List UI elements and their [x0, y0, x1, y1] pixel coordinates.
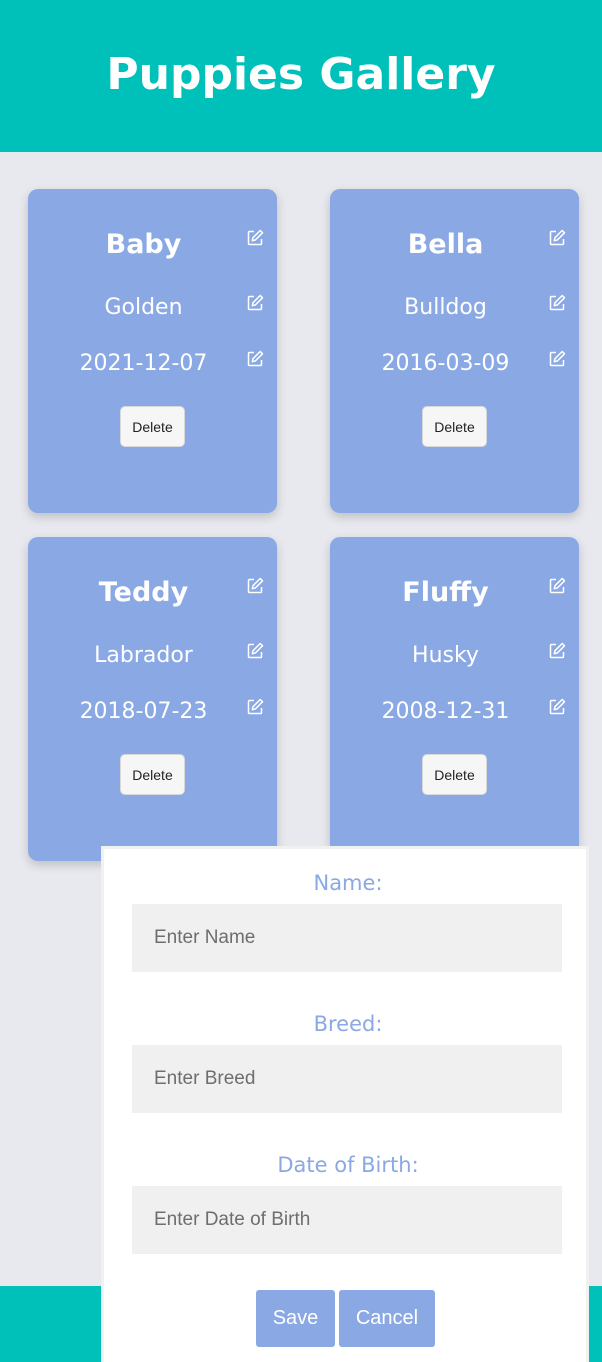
save-button[interactable]: Save [256, 1290, 335, 1347]
edit-breed-icon[interactable] [549, 294, 566, 311]
dob-label: Date of Birth: [277, 1153, 419, 1177]
delete-button[interactable]: Delete [120, 406, 185, 447]
add-puppy-form: Name: Breed: Date of Birth: Save Cancel [101, 846, 589, 1362]
puppy-name: Teddy [98, 577, 189, 608]
puppy-name: Bella [407, 229, 484, 260]
edit-name-icon[interactable] [549, 577, 566, 594]
edit-name-icon[interactable] [247, 229, 264, 246]
puppy-dob: 2016-03-09 [381, 351, 510, 376]
breed-label: Breed: [313, 1012, 383, 1036]
name-input[interactable] [132, 904, 562, 972]
breed-input[interactable] [132, 1045, 562, 1113]
puppy-card: Fluffy Husky 2008-12-31 Delete [330, 537, 579, 861]
puppy-dob: 2018-07-23 [79, 699, 208, 724]
delete-button[interactable]: Delete [120, 754, 185, 795]
puppy-dob: 2008-12-31 [381, 699, 510, 724]
puppy-breed: Bulldog [404, 295, 487, 320]
edit-dob-icon[interactable] [247, 350, 264, 367]
puppy-card: Teddy Labrador 2018-07-23 Delete [28, 537, 277, 861]
edit-name-icon[interactable] [247, 577, 264, 594]
delete-button[interactable]: Delete [422, 406, 487, 447]
puppy-dob: 2021-12-07 [79, 351, 208, 376]
edit-dob-icon[interactable] [549, 350, 566, 367]
puppy-breed: Golden [104, 295, 183, 320]
edit-breed-icon[interactable] [549, 642, 566, 659]
delete-button[interactable]: Delete [422, 754, 487, 795]
puppy-name: Baby [105, 229, 182, 260]
name-label: Name: [313, 871, 383, 895]
edit-dob-icon[interactable] [247, 698, 264, 715]
page-header: Puppies Gallery [0, 0, 602, 152]
edit-name-icon[interactable] [549, 229, 566, 246]
puppy-card: Bella Bulldog 2016-03-09 Delete [330, 189, 579, 513]
edit-breed-icon[interactable] [247, 294, 264, 311]
dob-input[interactable] [132, 1186, 562, 1254]
puppy-breed: Labrador [94, 643, 193, 668]
puppy-name: Fluffy [402, 577, 489, 608]
cancel-button[interactable]: Cancel [339, 1290, 435, 1347]
edit-breed-icon[interactable] [247, 642, 264, 659]
edit-dob-icon[interactable] [549, 698, 566, 715]
puppy-card: Baby Golden 2021-12-07 Delete [28, 189, 277, 513]
page-title: Puppies Gallery [106, 48, 496, 100]
puppy-breed: Husky [412, 643, 479, 668]
